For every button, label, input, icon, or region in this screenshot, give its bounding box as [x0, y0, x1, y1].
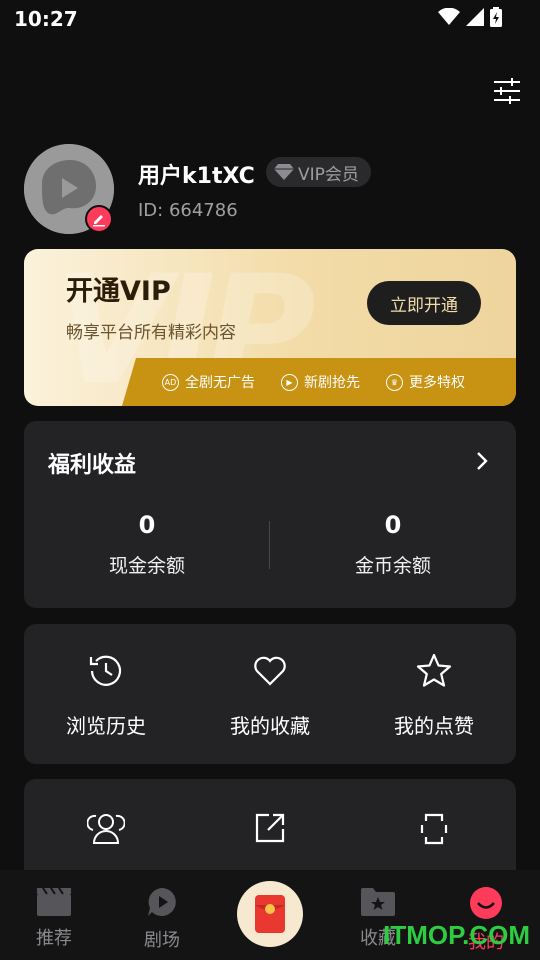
battery-icon: [490, 7, 502, 27]
nav-recommend-label: 推荐: [36, 928, 72, 949]
clapperboard-icon: [37, 887, 71, 916]
chevron-right-icon[interactable]: [476, 451, 488, 471]
history-label: 浏览历史: [66, 714, 146, 738]
crown-icon: ♛: [386, 373, 403, 391]
vip-title: 开通VIP: [66, 276, 171, 307]
history-icon: [89, 655, 122, 686]
vip-promo-card[interactable]: VIP 开通VIP 畅享平台所有精彩内容 立即开通 AD 全剧无广告 ▶ 新剧抢…: [24, 249, 516, 406]
play-bubble-icon: [148, 888, 176, 916]
vip-subtitle: 畅享平台所有精彩内容: [66, 323, 236, 343]
wifi-icon: [438, 8, 460, 25]
perk-more-privileges: ♛ 更多特权: [386, 372, 465, 392]
open-vip-button[interactable]: 立即开通: [367, 281, 481, 325]
settings-button[interactable]: [492, 76, 522, 106]
red-packet-button[interactable]: [237, 881, 303, 947]
cash-balance-value: 0: [138, 511, 156, 539]
welfare-title: 福利收益: [48, 453, 137, 478]
ad-icon: AD: [162, 373, 179, 391]
red-envelope-icon: [255, 895, 285, 933]
perk-label: 新剧抢先: [304, 375, 360, 391]
coin-balance-label: 金币余额: [354, 555, 431, 577]
nav-red-packet[interactable]: [216, 870, 324, 960]
star-icon: [416, 653, 452, 687]
welfare-card[interactable]: 福利收益 0 现金余额 0 金币余额: [24, 421, 516, 608]
phone-icon: [420, 813, 448, 845]
nav-theater[interactable]: 剧场: [108, 870, 216, 960]
perk-label: 全剧无广告: [185, 375, 255, 391]
likes-button[interactable]: 我的点赞: [352, 624, 516, 764]
perk-no-ads: AD 全剧无广告: [162, 372, 255, 392]
nav-theater-label: 剧场: [144, 930, 180, 951]
coin-balance[interactable]: 0 金币余额: [270, 511, 516, 578]
likes-label: 我的点赞: [394, 714, 474, 738]
favorites-label: 我的收藏: [230, 714, 310, 738]
history-button[interactable]: 浏览历史: [24, 624, 188, 764]
folder-star-icon: [361, 888, 395, 916]
nav-recommend[interactable]: 推荐: [0, 870, 108, 960]
users-icon: [87, 814, 125, 844]
username: 用户k1tXC: [138, 164, 255, 189]
coin-balance-value: 0: [384, 511, 402, 539]
pencil-icon: [93, 215, 105, 227]
perk-early-access: ▶ 新剧抢先: [281, 372, 360, 392]
user-id: ID: 664786: [138, 200, 238, 221]
status-time: 10:27: [14, 7, 78, 31]
vip-member-badge[interactable]: VIP会员: [266, 157, 371, 187]
cash-balance-label: 现金余额: [108, 555, 185, 577]
diamond-icon: [274, 164, 294, 180]
share-icon: [255, 813, 285, 843]
vip-badge-label: VIP会员: [298, 164, 359, 185]
smile-face-icon: [470, 887, 502, 919]
status-icons: [438, 7, 502, 27]
new-play-icon: ▶: [281, 373, 298, 391]
edit-profile-button[interactable]: [85, 205, 113, 233]
cash-balance[interactable]: 0 现金余额: [24, 511, 270, 578]
favorites-button[interactable]: 我的收藏: [188, 624, 352, 764]
quick-actions-card: 浏览历史 我的收藏 我的点赞: [24, 624, 516, 764]
signal-icon: [466, 8, 484, 26]
heart-icon: [254, 656, 286, 686]
perk-label: 更多特权: [409, 375, 465, 391]
status-bar: 10:27: [0, 0, 540, 38]
vip-perks-strip: AD 全剧无广告 ▶ 新剧抢先 ♛ 更多特权: [122, 358, 516, 406]
site-watermark: ITMOP.COM: [383, 920, 530, 950]
sliders-icon: [494, 78, 520, 104]
